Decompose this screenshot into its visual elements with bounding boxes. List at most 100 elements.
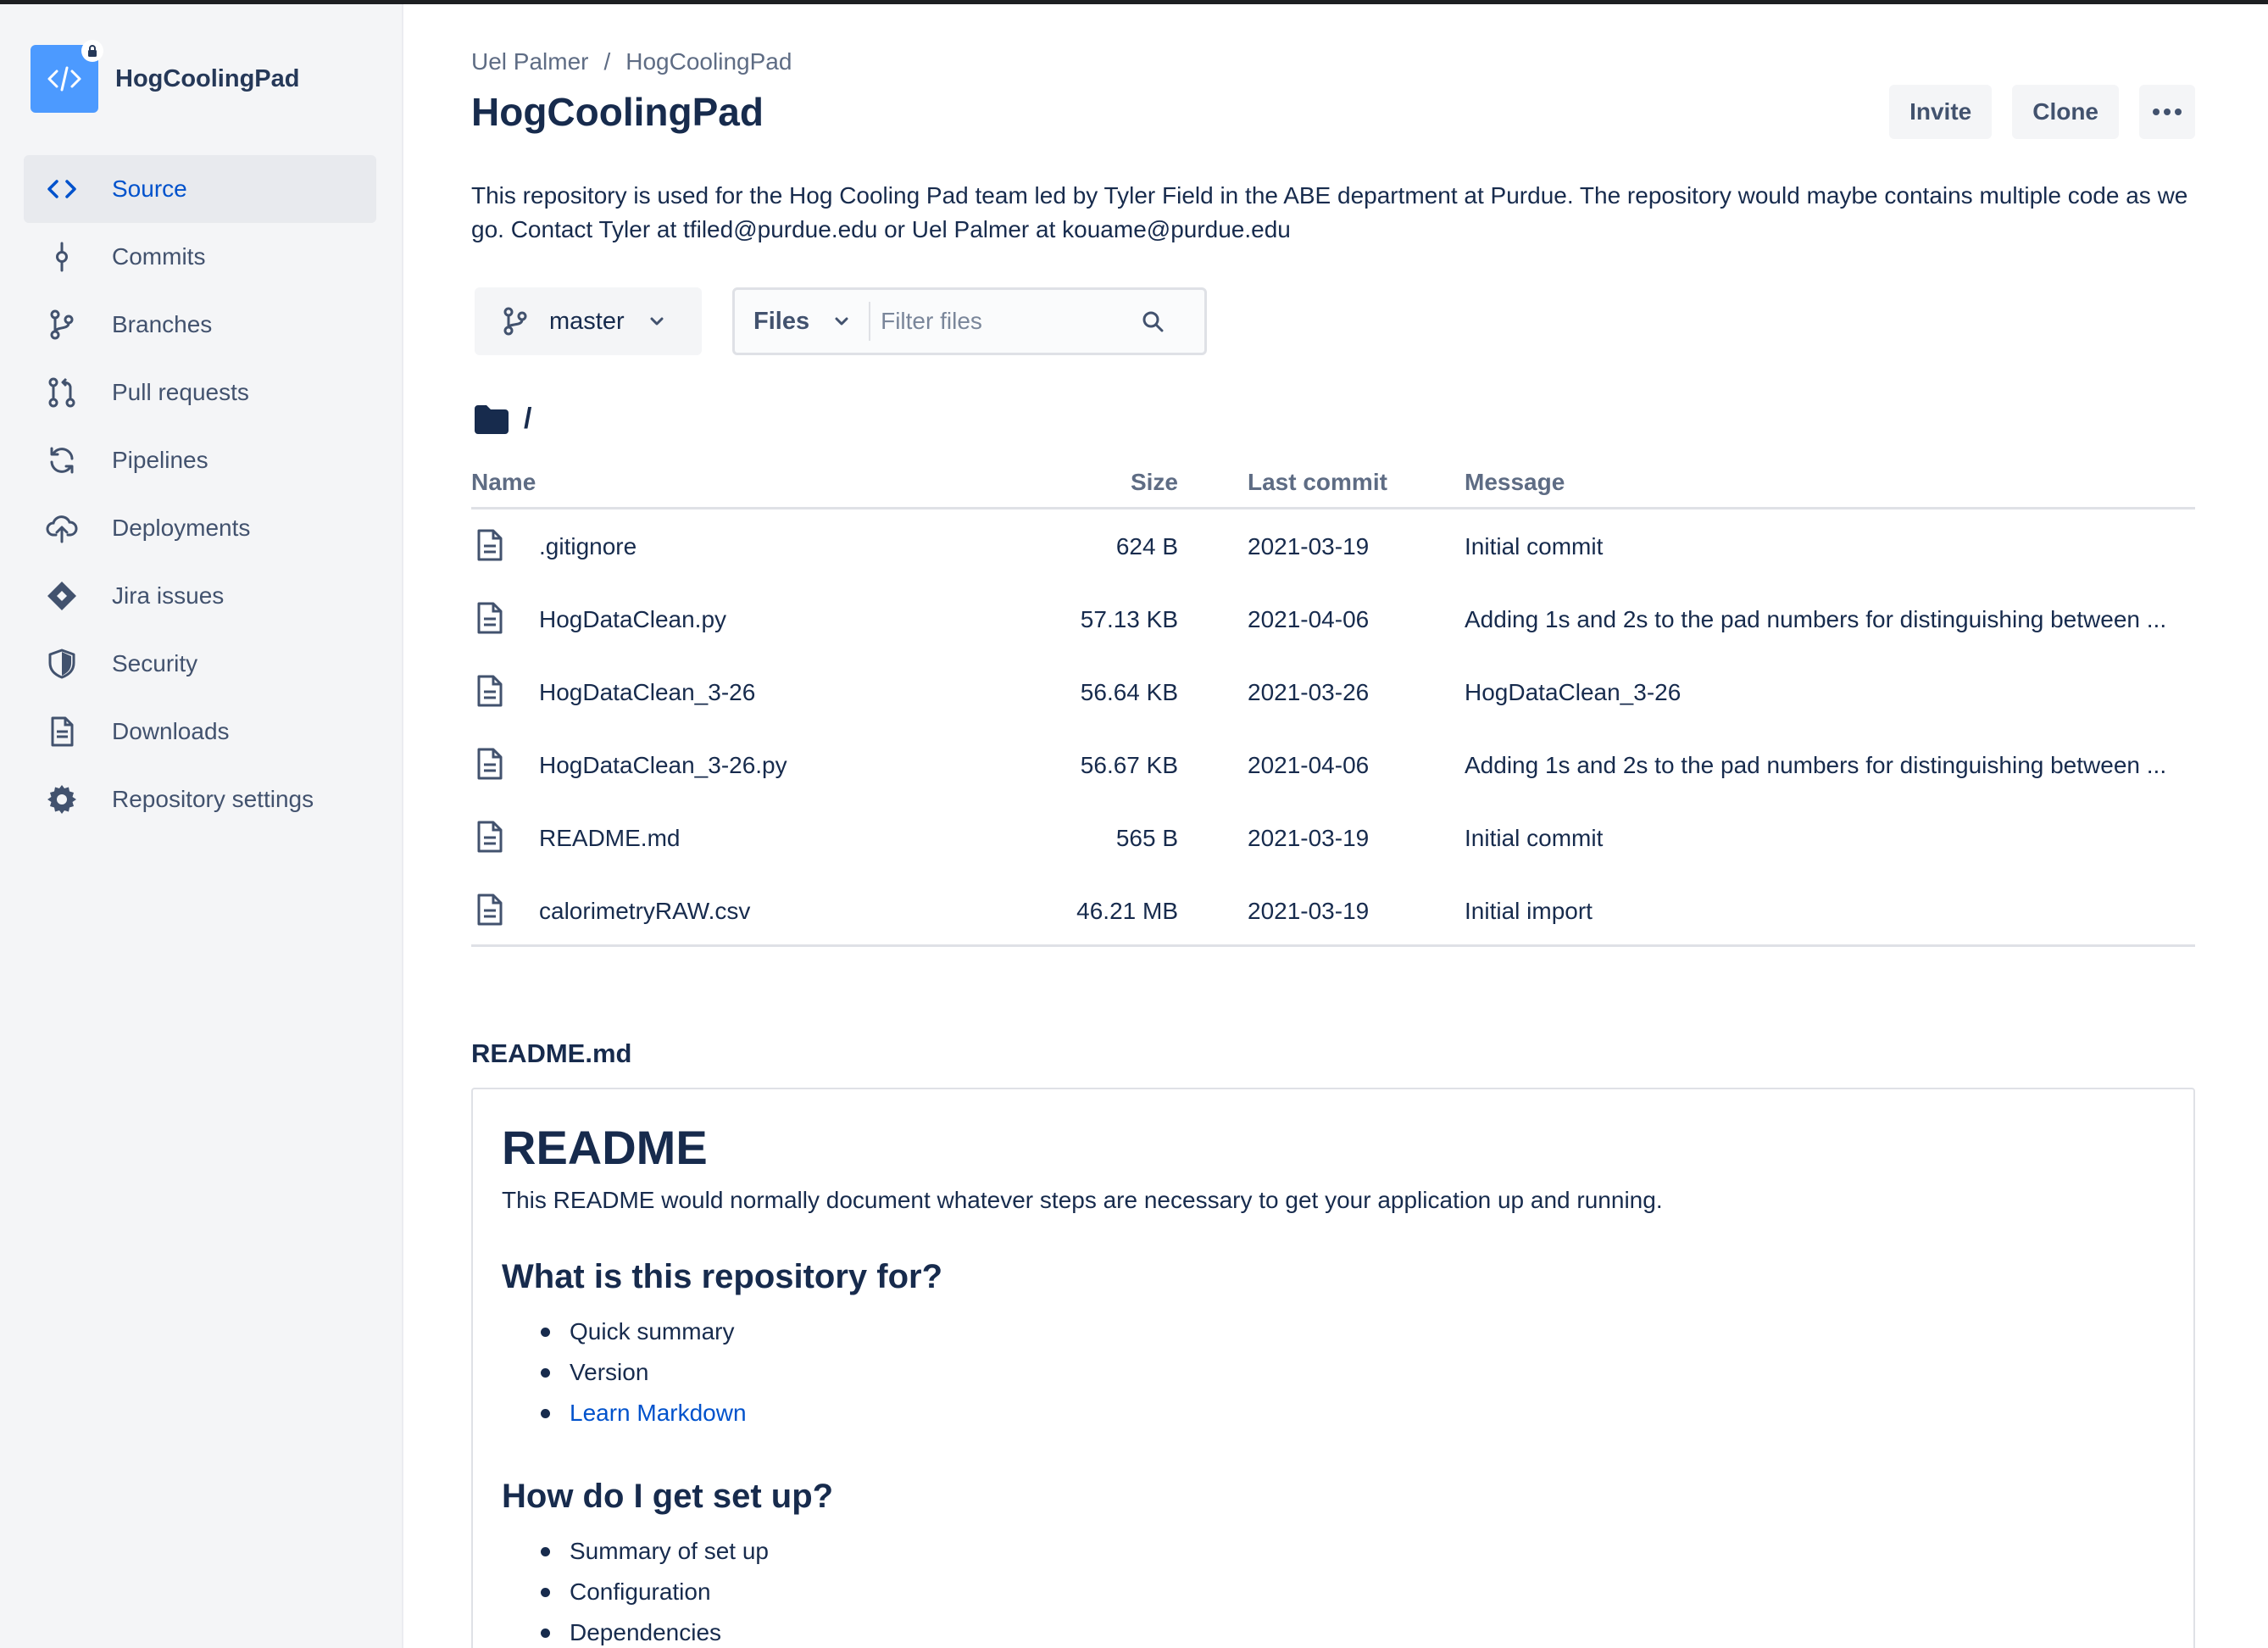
branch-name: master (549, 307, 625, 335)
sidebar-item-pipelines[interactable]: Pipelines (24, 426, 376, 494)
current-path: / (473, 403, 531, 436)
more-actions-button[interactable] (2139, 85, 2195, 139)
chevron-down-icon[interactable] (831, 311, 852, 331)
column-header-name: Name (471, 469, 536, 495)
code-icon (42, 170, 81, 209)
file-icon (477, 748, 503, 780)
learn-markdown-link[interactable]: Learn Markdown (570, 1400, 747, 1426)
file-last-commit: 2021-04-06 (1248, 606, 1370, 632)
file-name[interactable]: HogDataClean.py (539, 606, 726, 633)
file-name[interactable]: .gitignore (539, 533, 636, 560)
commit-icon (42, 237, 81, 276)
file-size: 56.64 KB (1080, 679, 1178, 705)
readme-content: README This README would normally docume… (502, 1120, 2163, 1648)
list-item: Learn Markdown (502, 1393, 2163, 1434)
readme-list: Quick summary Version Learn Markdown (502, 1311, 2163, 1434)
list-item: Version (502, 1352, 2163, 1393)
sidebar-item-label: Branches (112, 311, 213, 337)
file-icon (477, 675, 503, 707)
sidebar: HogCoolingPad Source Commits Branches Pu… (0, 4, 403, 1648)
breadcrumb-repo[interactable]: HogCoolingPad (625, 48, 792, 75)
readme-list: Summary of set up Configuration Dependen… (502, 1531, 2163, 1648)
file-size: 57.13 KB (1080, 606, 1178, 632)
file-table: Name Size Last commit Message .gitignore… (471, 462, 2195, 947)
pipelines-icon (42, 441, 81, 480)
breadcrumb-owner[interactable]: Uel Palmer (471, 48, 588, 75)
sidebar-item-label: Commits (112, 243, 206, 270)
sidebar-item-label: Pipelines (112, 447, 208, 473)
file-message: Initial commit (1465, 825, 1604, 851)
sidebar-item-branches[interactable]: Branches (24, 291, 376, 359)
files-dropdown-label[interactable]: Files (753, 308, 809, 336)
table-row[interactable]: README.md 565 B 2021-03-19 Initial commi… (471, 801, 2195, 874)
file-icon (477, 529, 503, 561)
table-row[interactable]: HogDataClean_3-26 56.64 KB 2021-03-26 Ho… (471, 655, 2195, 728)
path-text: / (524, 403, 532, 435)
sidebar-item-security[interactable]: Security (24, 630, 376, 698)
table-row[interactable]: calorimetryRAW.csv 46.21 MB 2021-03-19 I… (471, 874, 2195, 947)
table-row[interactable]: .gitignore 624 B 2021-03-19 Initial comm… (471, 509, 2195, 582)
file-name[interactable]: HogDataClean_3-26.py (539, 752, 787, 779)
sidebar-item-commits[interactable]: Commits (24, 223, 376, 291)
header-actions: Invite Clone (1889, 85, 2195, 139)
file-last-commit: 2021-04-06 (1248, 752, 1370, 778)
column-header-size: Size (1130, 469, 1178, 495)
chevron-down-icon (650, 317, 664, 326)
file-name[interactable]: README.md (539, 825, 680, 852)
file-size: 624 B (1115, 533, 1178, 560)
list-item: Dependencies (502, 1612, 2163, 1648)
code-icon (47, 66, 81, 92)
table-row[interactable]: HogDataClean_3-26.py 56.67 KB 2021-04-06… (471, 728, 2195, 801)
readme-section-heading: How do I get set up? (502, 1478, 834, 1515)
readme-heading: README (502, 1121, 708, 1174)
readme-intro: This README would normally document what… (502, 1187, 1663, 1213)
file-size: 46.21 MB (1076, 898, 1178, 924)
column-header-last-commit: Last commit (1248, 469, 1387, 495)
sidebar-item-label: Repository settings (112, 786, 314, 812)
file-last-commit: 2021-03-19 (1248, 898, 1370, 924)
sidebar-item-label: Source (112, 175, 187, 202)
file-message: HogDataClean_3-26 (1465, 679, 1682, 705)
file-filter: Files (732, 287, 1207, 355)
sidebar-item-label: Security (112, 650, 198, 676)
sidebar-item-downloads[interactable]: Downloads (24, 698, 376, 766)
search-icon[interactable] (1140, 309, 1165, 334)
jira-icon (42, 576, 81, 615)
sidebar-item-source[interactable]: Source (24, 155, 376, 223)
file-name[interactable]: HogDataClean_3-26 (539, 679, 755, 706)
file-message: Adding 1s and 2s to the pad numbers for … (1465, 752, 2167, 778)
sidebar-item-label: Pull requests (112, 379, 249, 405)
filter-files-input[interactable] (881, 308, 1136, 335)
sidebar-item-repository-settings[interactable]: Repository settings (24, 766, 376, 833)
repo-header[interactable]: HogCoolingPad (31, 40, 300, 113)
sidebar-item-jira-issues[interactable]: Jira issues (24, 562, 376, 630)
file-name[interactable]: calorimetryRAW.csv (539, 898, 750, 925)
sidebar-item-label: Downloads (112, 718, 230, 744)
repo-name: HogCoolingPad (115, 64, 300, 92)
file-last-commit: 2021-03-26 (1248, 679, 1370, 705)
sidebar-item-deployments[interactable]: Deployments (24, 494, 376, 562)
file-last-commit: 2021-03-19 (1248, 825, 1370, 851)
readme-section-heading: What is this repository for? (502, 1258, 943, 1295)
file-icon (477, 821, 503, 853)
sidebar-item-label: Jira issues (112, 582, 225, 609)
readme-file-title: README.md (471, 1038, 632, 1068)
repo-description: This repository is used for the Hog Cool… (471, 182, 2188, 242)
divider (869, 302, 871, 341)
pull-request-icon (42, 373, 81, 412)
branch-icon (503, 307, 527, 336)
shield-icon (42, 644, 81, 683)
sidebar-item-pull-requests[interactable]: Pull requests (24, 359, 376, 426)
folder-icon (475, 404, 509, 434)
file-message: Adding 1s and 2s to the pad numbers for … (1465, 606, 2167, 632)
branch-icon (42, 305, 81, 344)
list-item: Configuration (502, 1572, 2163, 1612)
table-row[interactable]: HogDataClean.py 57.13 KB 2021-04-06 Addi… (471, 582, 2195, 655)
file-message: Initial commit (1465, 533, 1604, 560)
clone-button[interactable]: Clone (2012, 85, 2119, 139)
list-item: Quick summary (502, 1311, 2163, 1352)
page-title: HogCoolingPad (471, 90, 764, 134)
branch-selector[interactable]: master (475, 287, 702, 355)
breadcrumb: Uel Palmer / HogCoolingPad (471, 48, 792, 75)
invite-button[interactable]: Invite (1889, 85, 1993, 139)
